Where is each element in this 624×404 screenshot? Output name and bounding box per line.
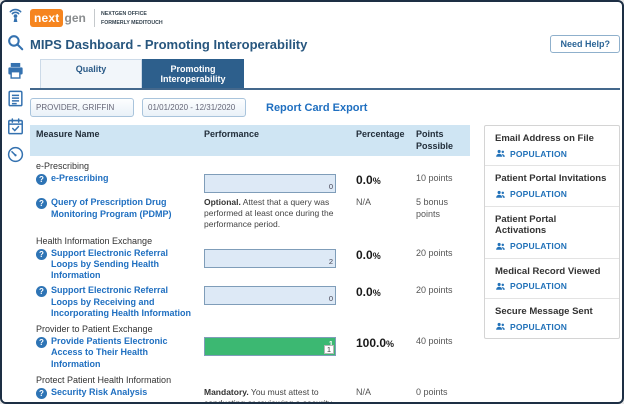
left-icon-rail bbox=[2, 2, 29, 402]
report-card-export-link[interactable]: Report Card Export bbox=[266, 102, 367, 114]
need-help-button[interactable]: Need Help? bbox=[550, 35, 620, 53]
population-link[interactable]: POPULATION bbox=[495, 321, 609, 332]
calendar-check-icon[interactable] bbox=[6, 117, 25, 136]
population-side-panel: Email Address on File POPULATION Patient… bbox=[484, 125, 620, 339]
logo-next-badge: next bbox=[30, 9, 63, 27]
bar-denominator: 1 bbox=[324, 345, 334, 354]
performance-bar: 0 bbox=[204, 174, 336, 193]
population-link[interactable]: POPULATION bbox=[495, 189, 609, 200]
measure-link[interactable]: Support Electronic Referral Loops by Sen… bbox=[51, 248, 194, 282]
performance-bar: 2 bbox=[204, 249, 336, 268]
points-value: 10 points bbox=[416, 173, 476, 193]
percentage-value: 0.0% bbox=[356, 285, 416, 319]
printer-icon[interactable] bbox=[6, 61, 25, 80]
section-title: Protect Patient Health Information bbox=[36, 375, 470, 385]
points-value: 0 points bbox=[416, 387, 476, 404]
col-performance: Performance bbox=[204, 129, 356, 152]
bar-count: 0 bbox=[329, 294, 333, 303]
points-value: 20 points bbox=[416, 248, 476, 282]
side-panel-item-secure-message-sent: Secure Message Sent POPULATION bbox=[485, 298, 619, 338]
search-icon[interactable] bbox=[6, 33, 25, 52]
col-measure-name: Measure Name bbox=[36, 129, 204, 152]
people-icon bbox=[495, 281, 506, 292]
app-window: next gen NEXTGEN OFFICE FORMERLY MEDITOU… bbox=[0, 0, 624, 404]
date-range-field[interactable]: 01/01/2020 - 12/31/2020 bbox=[142, 98, 246, 117]
section-title: Provider to Patient Exchange bbox=[36, 324, 470, 334]
percentage-value: N/A bbox=[356, 197, 416, 230]
side-panel-item-email-on-file: Email Address on File POPULATION bbox=[485, 126, 619, 165]
col-points-possible: Points Possible bbox=[416, 129, 476, 152]
notes-list-icon[interactable] bbox=[6, 89, 25, 108]
help-icon[interactable]: ? bbox=[36, 249, 47, 260]
measure-link[interactable]: Provide Patients Electronic Access to Th… bbox=[51, 336, 194, 370]
percentage-value: 0.0% bbox=[356, 173, 416, 193]
tab-quality[interactable]: Quality bbox=[40, 59, 142, 88]
measures-table: Measure Name Performance Percentage Poin… bbox=[30, 125, 470, 404]
main-area: next gen NEXTGEN OFFICE FORMERLY MEDITOU… bbox=[30, 6, 620, 402]
table-header-row: Measure Name Performance Percentage Poin… bbox=[30, 125, 470, 156]
people-icon bbox=[495, 148, 506, 159]
percentage-value: 100.0% bbox=[356, 336, 416, 370]
measure-row-eprescribing: ? e-Prescribing 0 0.0% 10 points bbox=[30, 173, 470, 193]
performance-bar: 0 bbox=[204, 286, 336, 305]
people-icon bbox=[495, 241, 506, 252]
help-icon[interactable]: ? bbox=[36, 388, 47, 399]
provider-select[interactable]: PROVIDER, GRIFFIN bbox=[30, 98, 134, 117]
percentage-value: N/A bbox=[356, 387, 416, 404]
measure-row-security-risk: ? Security Risk Analysis Mandatory. You … bbox=[30, 387, 470, 404]
help-icon[interactable]: ? bbox=[36, 286, 47, 297]
measure-row-referral-receiving: ? Support Electronic Referral Loops by R… bbox=[30, 285, 470, 319]
side-panel-item-portal-invitations: Patient Portal Invitations POPULATION bbox=[485, 165, 619, 205]
section-title: e-Prescribing bbox=[36, 161, 470, 171]
logo-gen-text: gen bbox=[64, 11, 85, 25]
bar-count: 0 bbox=[329, 182, 333, 191]
side-panel-item-medical-record-viewed: Medical Record Viewed POPULATION bbox=[485, 258, 619, 298]
help-icon[interactable]: ? bbox=[36, 337, 47, 348]
points-value: 40 points bbox=[416, 336, 476, 370]
performance-note: Mandatory. You must attest to conducting… bbox=[204, 387, 356, 404]
population-link[interactable]: POPULATION bbox=[495, 281, 609, 292]
brand-logo: next gen NEXTGEN OFFICE FORMERLY MEDITOU… bbox=[30, 6, 620, 30]
points-value: 5 bonus points bbox=[416, 197, 476, 230]
measure-row-referral-sending: ? Support Electronic Referral Loops by S… bbox=[30, 248, 470, 282]
population-link[interactable]: POPULATION bbox=[495, 241, 609, 252]
bar-count: 2 bbox=[329, 257, 333, 266]
logo-subtitle: NEXTGEN OFFICE FORMERLY MEDITOUCH bbox=[94, 9, 207, 28]
help-icon[interactable]: ? bbox=[36, 174, 47, 185]
measure-link[interactable]: Security Risk Analysis bbox=[51, 387, 147, 398]
page-title: MIPS Dashboard - Promoting Interoperabil… bbox=[30, 37, 307, 52]
measure-link[interactable]: Support Electronic Referral Loops by Rec… bbox=[51, 285, 194, 319]
col-percentage: Percentage bbox=[356, 129, 416, 152]
population-link[interactable]: POPULATION bbox=[495, 148, 609, 159]
percentage-value: 0.0% bbox=[356, 248, 416, 282]
measure-row-patient-access: ? Provide Patients Electronic Access to … bbox=[30, 336, 470, 370]
help-icon[interactable]: ? bbox=[36, 198, 47, 209]
gauge-icon[interactable] bbox=[6, 145, 25, 164]
tab-bar: Quality Promoting Interoperability bbox=[30, 59, 620, 90]
measure-link[interactable]: Query of Prescription Drug Monitoring Pr… bbox=[51, 197, 194, 220]
measure-link[interactable]: e-Prescribing bbox=[51, 173, 109, 184]
tab-promoting-interoperability[interactable]: Promoting Interoperability bbox=[142, 59, 244, 88]
performance-note: Optional. Attest that a query was perfor… bbox=[204, 197, 356, 230]
measure-row-pdmp: ? Query of Prescription Drug Monitoring … bbox=[30, 197, 470, 230]
points-value: 20 points bbox=[416, 285, 476, 319]
side-panel-item-portal-activations: Patient Portal Activations POPULATION bbox=[485, 206, 619, 258]
broadcast-icon[interactable] bbox=[6, 5, 25, 24]
people-icon bbox=[495, 189, 506, 200]
performance-bar: 1 1 bbox=[204, 337, 336, 356]
people-icon bbox=[495, 321, 506, 332]
section-title: Health Information Exchange bbox=[36, 236, 470, 246]
